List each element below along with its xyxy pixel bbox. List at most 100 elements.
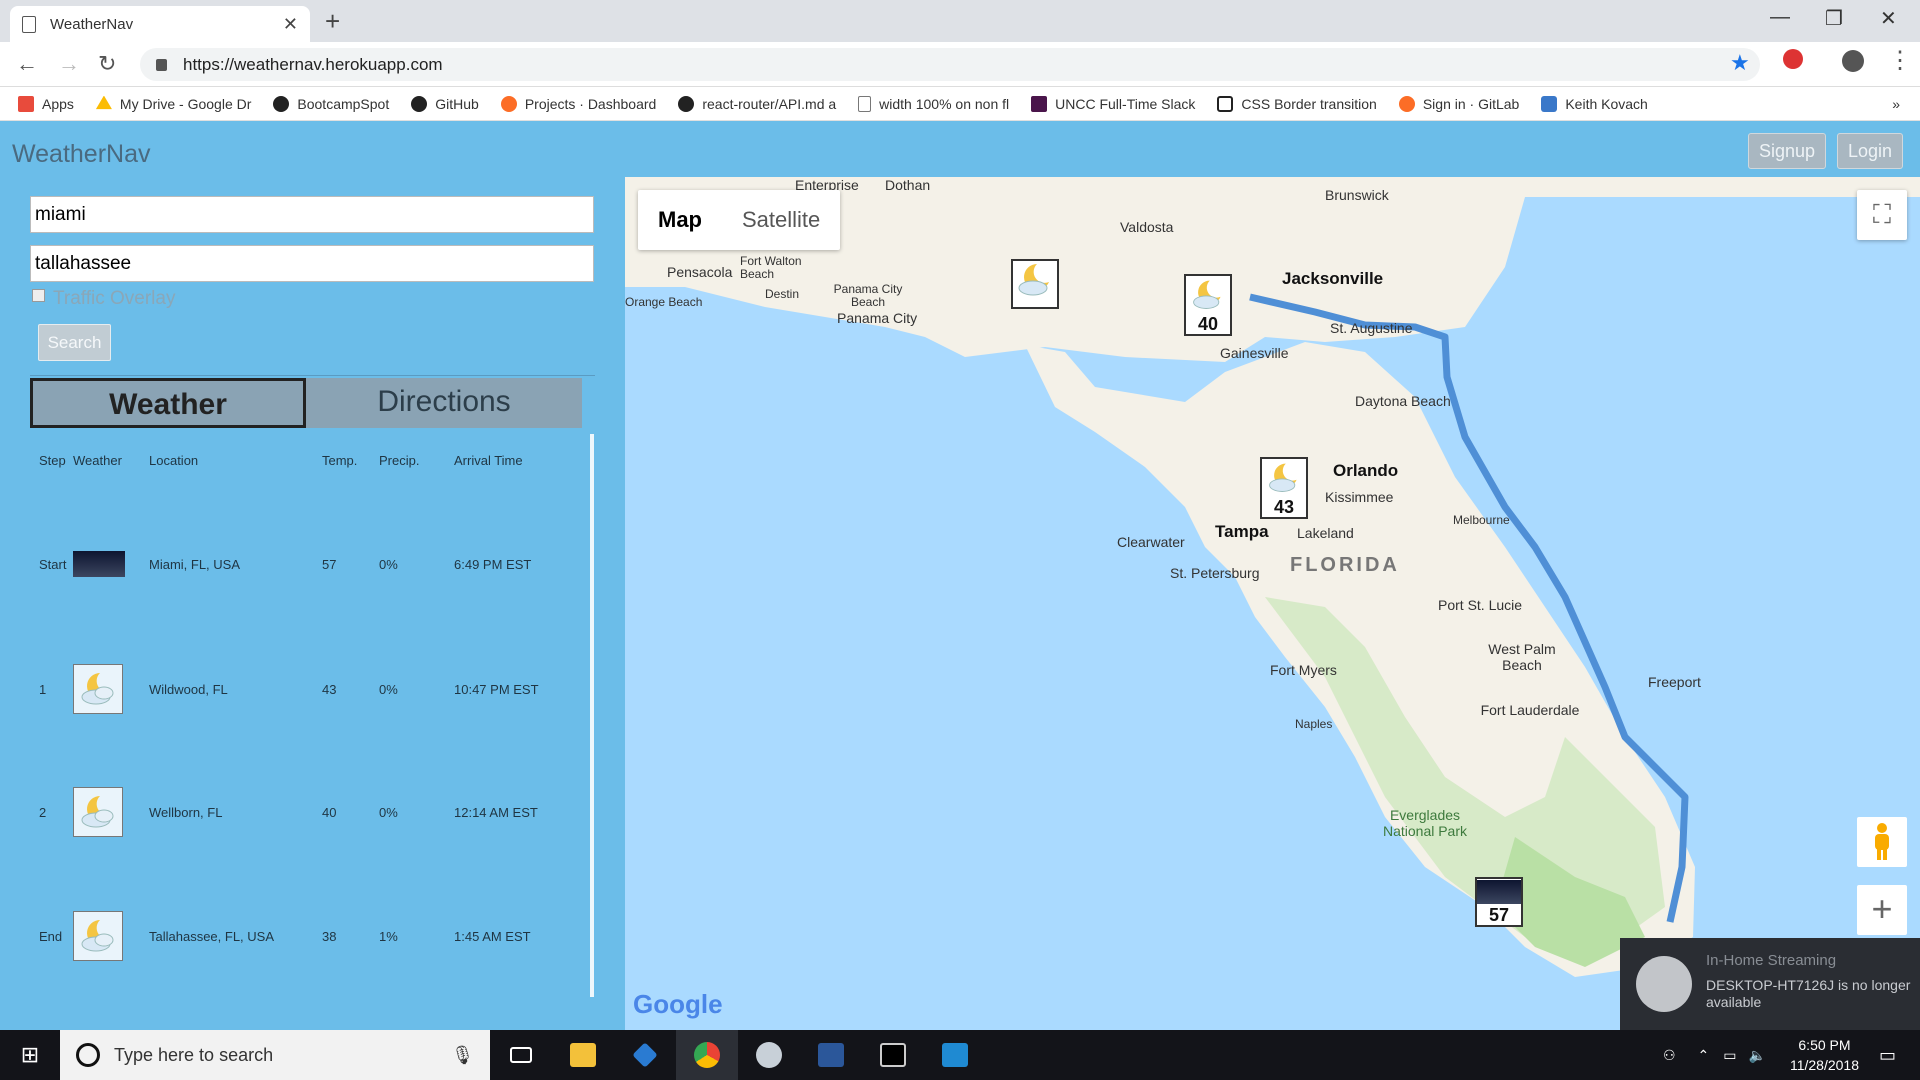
minimize-icon[interactable]: — bbox=[1770, 6, 1790, 29]
apps-grid-icon bbox=[18, 95, 34, 112]
map-label: St. Petersburg bbox=[1170, 565, 1260, 581]
map-type-control: Map Satellite bbox=[638, 190, 841, 250]
route-map[interactable]: Enterprise Dothan Brunswick Valdosta Jac… bbox=[625, 177, 1920, 1030]
partly-cloudy-night-icon bbox=[1186, 276, 1230, 314]
back-icon[interactable]: ← bbox=[16, 51, 38, 77]
microphone-icon[interactable]: 🎙 bbox=[451, 1045, 474, 1066]
reload-icon[interactable]: ↻ bbox=[98, 51, 116, 77]
bookmark-width-100[interactable]: width 100% on non fl bbox=[858, 95, 1009, 112]
map-type-satellite[interactable]: Satellite bbox=[722, 190, 840, 250]
map-label: Freeport bbox=[1648, 674, 1701, 690]
map-label: Panama City Beach bbox=[833, 282, 903, 309]
weather-marker-tallahassee[interactable] bbox=[1011, 259, 1059, 309]
bookmark-star-icon[interactable]: ★ bbox=[1730, 50, 1750, 76]
clock[interactable]: 6:50 PM 11/28/2018 bbox=[1790, 1035, 1859, 1075]
google-drive-icon bbox=[95, 95, 112, 110]
clock-time: 6:50 PM bbox=[1798, 1037, 1851, 1053]
bookmark-slack[interactable]: UNCC Full-Time Slack bbox=[1031, 95, 1195, 112]
forward-icon[interactable]: → bbox=[58, 51, 80, 77]
map-label: Dothan bbox=[885, 177, 931, 193]
bookmark-react-router[interactable]: react-router/API.md a bbox=[678, 95, 836, 112]
map-label: Fort Walton Beach bbox=[740, 254, 802, 281]
bookmark-apps[interactable]: Apps bbox=[18, 95, 74, 112]
map-label: Panama City bbox=[837, 310, 918, 326]
terminal-icon[interactable] bbox=[862, 1030, 924, 1080]
battery-icon[interactable]: ▭ bbox=[1723, 1047, 1736, 1064]
traffic-overlay-option[interactable]: Traffic Overlay bbox=[32, 288, 175, 310]
github-icon bbox=[411, 95, 428, 112]
profile-icon[interactable] bbox=[1842, 50, 1864, 72]
fullscreen-icon[interactable]: ⛶ bbox=[1857, 190, 1907, 240]
table-row: 2 Wellborn, FL 40 0% 12:14 AM EST bbox=[30, 750, 584, 874]
table-row: End Tallahassee, FL, USA 38 1% 1:45 AM E… bbox=[30, 874, 584, 998]
partly-cloudy-night-icon bbox=[1262, 459, 1306, 497]
bookmark-bootcampspot[interactable]: BootcampSpot bbox=[273, 95, 389, 112]
menu-icon[interactable]: ⋮ bbox=[1888, 46, 1912, 75]
bookmark-gitlab-signin[interactable]: Sign in · GitLab bbox=[1398, 95, 1519, 112]
search-button[interactable]: Search bbox=[38, 324, 111, 361]
github-icon bbox=[273, 95, 290, 112]
weather-table: Step Weather Location Temp. Precip. Arri… bbox=[30, 440, 584, 998]
windows-start-icon[interactable]: ⊞ bbox=[0, 1042, 60, 1068]
restore-icon[interactable]: ❐ bbox=[1825, 6, 1843, 31]
map-label: Orlando bbox=[1333, 461, 1399, 480]
extension-icon[interactable] bbox=[1783, 49, 1803, 69]
map-canvas bbox=[625, 177, 1920, 977]
street-view-pegman-icon[interactable] bbox=[1857, 817, 1907, 867]
weather-marker[interactable]: 43 bbox=[1260, 457, 1308, 519]
url-input[interactable]: https://weathernav.herokuapp.com bbox=[140, 48, 1760, 81]
task-view-icon[interactable] bbox=[490, 1030, 552, 1080]
steam-notification[interactable]: In-Home Streaming DESKTOP-HT7126J is no … bbox=[1620, 938, 1920, 1030]
volume-icon[interactable]: 🔈 bbox=[1749, 1047, 1766, 1064]
page-icon bbox=[858, 95, 872, 112]
word-icon[interactable] bbox=[800, 1030, 862, 1080]
map-type-map[interactable]: Map bbox=[638, 190, 722, 250]
file-explorer-icon[interactable] bbox=[552, 1030, 614, 1080]
slack-icon bbox=[1031, 95, 1048, 112]
bookmark-css-border[interactable]: CSS Border transition bbox=[1217, 95, 1377, 112]
close-tab-icon[interactable]: ✕ bbox=[283, 14, 298, 35]
traffic-overlay-checkbox[interactable] bbox=[32, 288, 45, 302]
signup-button[interactable]: Signup bbox=[1748, 133, 1827, 169]
people-icon[interactable]: ⚇ bbox=[1663, 1047, 1676, 1064]
app-icon[interactable] bbox=[614, 1030, 676, 1080]
col-arrival: Arrival Time bbox=[454, 452, 523, 468]
new-tab-icon[interactable]: + bbox=[325, 6, 340, 37]
partly-cloudy-night-icon bbox=[73, 787, 123, 837]
browser-tab[interactable]: WeatherNav ✕ bbox=[10, 6, 310, 42]
weather-marker[interactable]: 40 bbox=[1184, 274, 1232, 336]
chrome-icon[interactable] bbox=[676, 1030, 738, 1080]
tab-weather[interactable]: Weather bbox=[30, 378, 306, 428]
col-temp: Temp. bbox=[322, 452, 358, 468]
vscode-icon[interactable] bbox=[924, 1030, 986, 1080]
map-label: St. Augustine bbox=[1330, 320, 1413, 336]
origin-input[interactable]: miami bbox=[30, 196, 594, 233]
scrollbar[interactable] bbox=[590, 434, 594, 997]
destination-input[interactable]: tallahassee bbox=[30, 245, 594, 282]
partly-cloudy-night-icon bbox=[1013, 261, 1057, 299]
map-label: Everglades National Park bbox=[1382, 807, 1468, 839]
brand-title[interactable]: WeatherNav bbox=[12, 140, 151, 169]
close-window-icon[interactable]: ✕ bbox=[1880, 6, 1897, 31]
more-bookmarks-icon[interactable]: » bbox=[1892, 96, 1900, 112]
google-logo: Google bbox=[633, 989, 723, 1019]
notifications-icon[interactable]: ▭ bbox=[1879, 1045, 1896, 1066]
app-icon[interactable] bbox=[738, 1030, 800, 1080]
weather-marker[interactable]: 57 bbox=[1475, 877, 1523, 927]
url-text: https://weathernav.herokuapp.com bbox=[183, 54, 443, 74]
taskbar-search-box[interactable]: Type here to search 🎙 bbox=[60, 1030, 490, 1080]
map-label: Pensacola bbox=[667, 264, 733, 280]
address-bar: ← → ↻ https://weathernav.herokuapp.com ★… bbox=[0, 42, 1920, 87]
bookmark-github[interactable]: GitHub bbox=[411, 95, 479, 112]
bookmark-google-drive[interactable]: My Drive - Google Dr bbox=[95, 95, 251, 112]
map-label: Daytona Beach bbox=[1355, 393, 1451, 409]
login-button[interactable]: Login bbox=[1837, 133, 1904, 169]
night-sky-icon bbox=[1477, 879, 1521, 905]
bookmark-keith-kovach[interactable]: Keith Kovach bbox=[1541, 95, 1648, 112]
cortana-icon bbox=[76, 1043, 100, 1067]
zoom-in-button[interactable]: + bbox=[1857, 885, 1907, 935]
chevron-up-icon[interactable]: ⌃ bbox=[1698, 1047, 1710, 1064]
tab-directions[interactable]: Directions bbox=[306, 378, 582, 428]
bookmark-projects-dashboard[interactable]: Projects · Dashboard bbox=[500, 95, 656, 112]
notification-title: In-Home Streaming bbox=[1706, 952, 1837, 969]
